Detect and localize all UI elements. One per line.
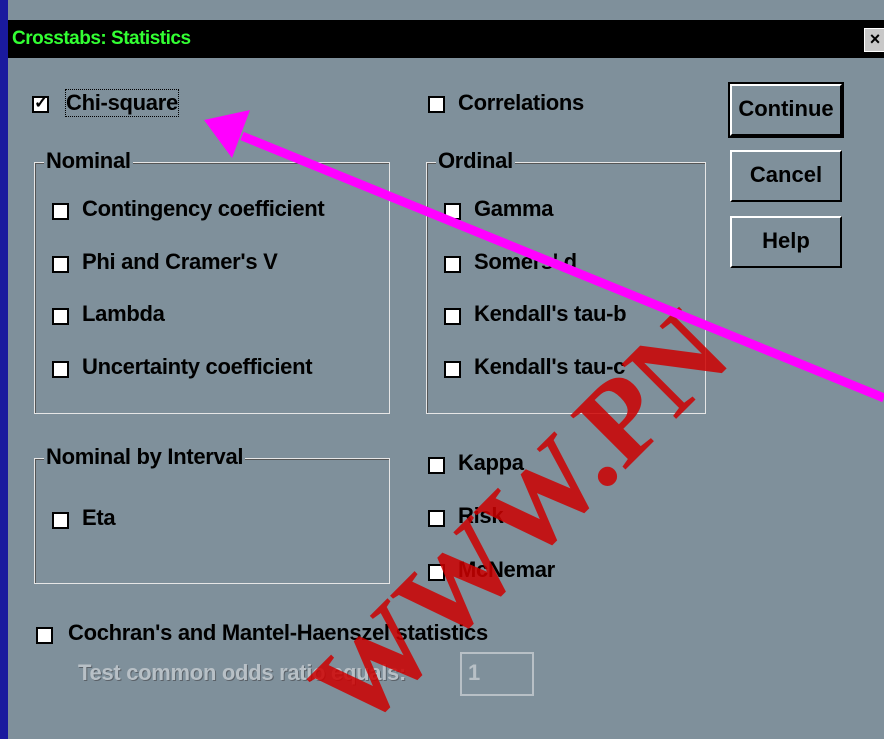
kendalls-tau-b-label[interactable]: Kendall's tau-b [474,301,627,327]
mcnemar-checkbox[interactable] [428,564,445,581]
nominal-by-interval-legend: Nominal by Interval [44,444,246,470]
nominal-legend: Nominal [44,148,133,174]
kendalls-tau-c-label[interactable]: Kendall's tau-c [474,354,625,380]
window-title: Crosstabs: Statistics [12,28,191,49]
chi-square-checkbox[interactable] [32,93,49,113]
contingency-coefficient-label[interactable]: Contingency coefficient [82,196,325,222]
correlations-checkbox[interactable] [428,96,445,113]
uncertainty-coefficient-label[interactable]: Uncertainty coefficient [82,354,313,380]
odds-ratio-label: Test common odds ratio equals: [78,660,406,685]
mcnemar-label[interactable]: McNemar [458,557,555,583]
eta-label[interactable]: Eta [82,505,116,531]
cochran-mantel-haenszel-label[interactable]: Cochran's and Mantel-Haenszel statistics [68,620,488,646]
phi-cramers-v-checkbox[interactable] [52,256,69,273]
kendalls-tau-c-checkbox[interactable] [444,361,461,378]
cancel-button[interactable]: Cancel [730,150,842,202]
kappa-checkbox[interactable] [428,457,445,474]
phi-cramers-v-label[interactable]: Phi and Cramer's V [82,249,278,275]
kappa-label[interactable]: Kappa [458,450,524,476]
risk-label[interactable]: Risk [458,503,504,529]
gamma-label[interactable]: Gamma [474,196,554,222]
continue-button[interactable]: Continue [728,82,844,138]
background-window-strip [8,0,884,16]
cochran-mantel-haenszel-checkbox[interactable] [36,627,53,644]
ordinal-legend: Ordinal [436,148,515,174]
somers-d-checkbox[interactable] [444,256,461,273]
correlations-label[interactable]: Correlations [458,90,584,116]
contingency-coefficient-checkbox[interactable] [52,203,69,220]
odds-ratio-input[interactable]: 1 [460,652,534,696]
risk-checkbox[interactable] [428,510,445,527]
uncertainty-coefficient-checkbox[interactable] [52,361,69,378]
lambda-label[interactable]: Lambda [82,301,165,327]
lambda-checkbox[interactable] [52,308,69,325]
help-button[interactable]: Help [730,216,842,268]
title-bar: Crosstabs: Statistics × [8,20,884,58]
gamma-checkbox[interactable] [444,203,461,220]
somers-d-label[interactable]: Somers' d [474,249,577,275]
close-button[interactable]: × [864,28,884,52]
chi-square-label[interactable]: Chi-square [65,89,179,117]
eta-checkbox[interactable] [52,512,69,529]
kendalls-tau-b-checkbox[interactable] [444,308,461,325]
